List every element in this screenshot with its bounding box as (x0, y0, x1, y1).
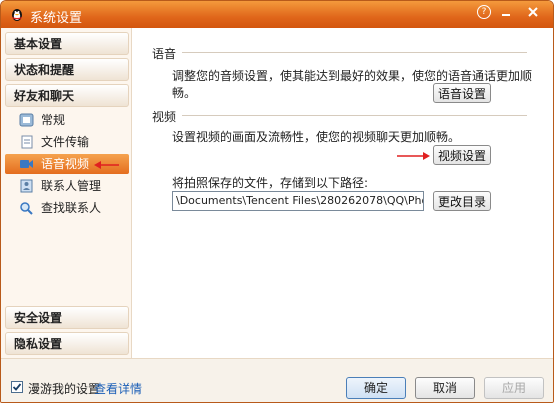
video-icon (20, 160, 33, 168)
roam-settings-checkbox[interactable] (11, 381, 23, 393)
sidebar-category-status[interactable]: 状态和提醒 (5, 58, 129, 81)
help-icon: ? (477, 5, 491, 19)
find-contact-icon (20, 202, 33, 215)
footer: 漫游我的设置 查看详情 确定 取消 应用 (1, 358, 553, 402)
voice-settings-button[interactable]: 语音设置 (433, 83, 491, 103)
voice-section-title: 语音 (152, 47, 177, 61)
settings-content: 语音 调整您的音频设置，使其能达到最好的效果，使您的语音通话更加顺畅。 语音设置… (132, 28, 553, 358)
checkmark-icon (12, 383, 22, 391)
video-section-title: 视频 (152, 110, 177, 124)
voice-description: 调整您的音频设置，使其能达到最好的效果，使您的语音通话更加顺畅。 (172, 69, 533, 100)
sidebar-category-security[interactable]: 安全设置 (5, 306, 129, 329)
video-settings-button[interactable]: 视频设置 (433, 145, 491, 165)
close-icon (528, 7, 538, 17)
annotation-arrow-left (94, 161, 119, 169)
ok-button[interactable]: 确定 (346, 377, 406, 399)
title-bar[interactable]: 系统设置 ? (1, 1, 553, 28)
cancel-button[interactable]: 取消 (415, 377, 475, 399)
sidebar-item-general[interactable]: 常规 (5, 110, 129, 130)
settings-window: 系统设置 ? 基本设置 状态和提醒 好友和聊天 常规 文件传输 语音视频 联系人… (0, 0, 554, 403)
annotation-arrow-right (397, 152, 430, 160)
photo-path-field[interactable]: \Documents\Tencent Files\280262078\QQ\Ph… (172, 191, 424, 211)
sidebar-item-find-contacts[interactable]: 查找联系人 (5, 198, 129, 218)
sidebar-item-label: 语音视频 (41, 157, 90, 171)
sidebar-item-label: 文件传输 (41, 135, 90, 149)
sidebar-item-contacts[interactable]: 联系人管理 (5, 176, 129, 196)
sidebar-item-label: 查找联系人 (41, 201, 102, 215)
minimize-icon (502, 14, 510, 16)
file-transfer-icon (21, 135, 33, 149)
video-divider (182, 115, 527, 116)
window-title: 系统设置 (30, 11, 83, 26)
view-details-link[interactable]: 查看详情 (94, 380, 142, 397)
sidebar-category-friends-chat[interactable]: 好友和聊天 (5, 84, 129, 107)
sidebar-item-label: 联系人管理 (41, 179, 102, 193)
sidebar-category-basic[interactable]: 基本设置 (5, 32, 129, 55)
help-button[interactable]: ? (473, 3, 495, 21)
qq-penguin-icon (12, 9, 22, 21)
contacts-icon (20, 179, 33, 193)
sidebar-item-file-transfer[interactable]: 文件传输 (5, 132, 129, 152)
video-description: 设置视频的画面及流畅性，使您的视频聊天更加顺畅。 (172, 130, 461, 144)
roam-settings-label: 漫游我的设置 (28, 382, 101, 396)
apply-button[interactable]: 应用 (484, 377, 544, 399)
voice-divider (182, 52, 527, 53)
photo-save-label: 将拍照保存的文件，存储到以下路径: (172, 176, 369, 190)
minimize-button[interactable] (495, 3, 517, 21)
close-button[interactable] (517, 3, 549, 21)
sidebar-item-label: 常规 (41, 113, 66, 127)
change-directory-button[interactable]: 更改目录 (433, 191, 491, 211)
settings-icon (19, 113, 34, 127)
sidebar: 基本设置 状态和提醒 好友和聊天 常规 文件传输 语音视频 联系人管理 查找联系… (1, 28, 132, 358)
sidebar-category-privacy[interactable]: 隐私设置 (5, 332, 129, 355)
